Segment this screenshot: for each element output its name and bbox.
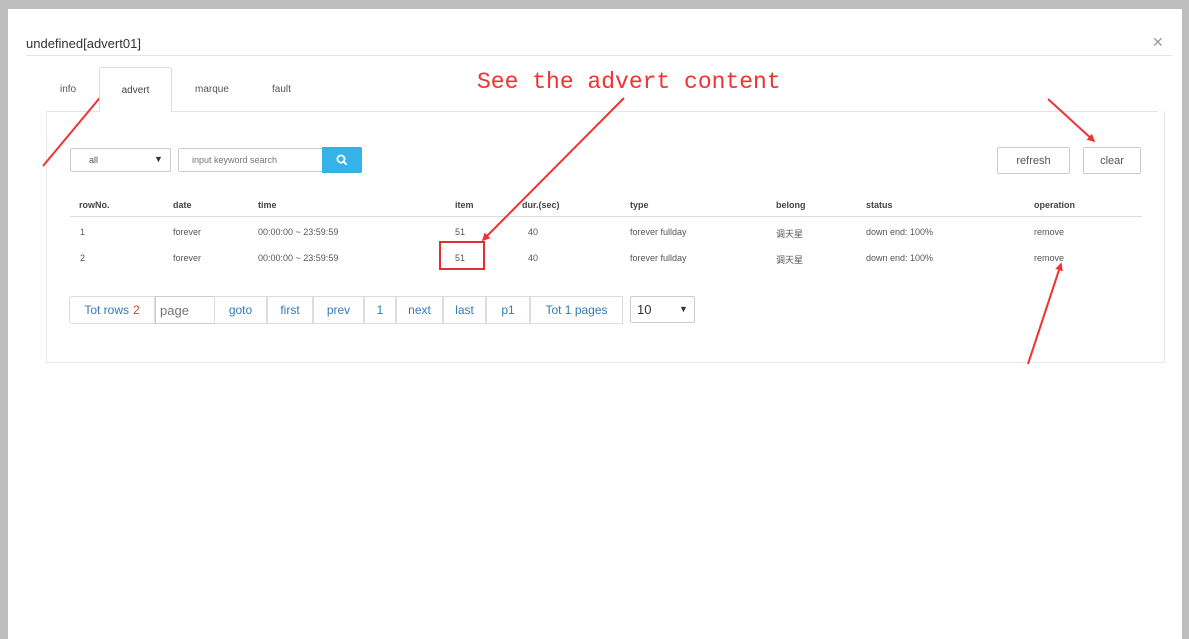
table-header-divider — [70, 216, 1142, 217]
table-cell-duration: 40 — [528, 253, 539, 263]
page-size-select[interactable]: 10 ▼ — [630, 296, 695, 323]
tab-fault[interactable]: fault — [272, 84, 291, 95]
column-header-duration: dur.(sec) — [522, 200, 560, 210]
modal-divider — [26, 55, 1172, 56]
pager-total-rows-value: 2 — [133, 303, 140, 317]
backdrop — [0, 0, 1189, 9]
pagination: Tot rows 2 goto first prev 1 next last p1… — [69, 296, 695, 324]
backdrop-right — [1182, 0, 1189, 639]
table-cell-rowno: 2 — [80, 253, 86, 263]
table-cell-item[interactable]: 51 — [455, 227, 465, 237]
table-cell-rowno: 1 — [80, 227, 86, 237]
remove-link[interactable]: remove — [1034, 227, 1064, 237]
tab-marque[interactable]: marque — [195, 84, 229, 95]
table-cell-duration: 40 — [528, 227, 539, 237]
table-cell-status: down end: 100% — [866, 227, 934, 237]
column-header-belong: belong — [776, 200, 806, 210]
column-header-time: time — [258, 200, 277, 210]
modal-title: undefined[advert01] — [26, 36, 141, 51]
page-indicator: p1 — [486, 296, 530, 324]
tab-info[interactable]: info — [60, 84, 76, 95]
table-cell-status: down end: 100% — [866, 253, 934, 263]
table-cell-time: 00:00:00 ~ 23:59:59 — [258, 253, 339, 263]
search-button[interactable] — [322, 147, 362, 173]
search-input[interactable] — [178, 148, 323, 172]
column-header-status: status — [866, 200, 893, 210]
next-page-button[interactable]: next — [396, 296, 443, 324]
filter-select-value: all — [89, 155, 99, 165]
remove-link[interactable]: remove — [1034, 253, 1064, 263]
table-cell-time: 00:00:00 ~ 23:59:59 — [258, 227, 339, 237]
table-cell-belong: 调天星 — [776, 255, 804, 265]
clear-button[interactable]: clear — [1083, 147, 1141, 174]
table-cell-date: forever — [173, 253, 202, 263]
first-page-button[interactable]: first — [267, 296, 313, 324]
close-icon[interactable]: ✕ — [1152, 34, 1164, 51]
page-number-input[interactable] — [155, 296, 215, 324]
table-cell-type: forever fullday — [630, 227, 687, 237]
highlight-box — [439, 241, 485, 270]
tab-advert[interactable]: advert — [99, 67, 172, 112]
search-icon — [336, 154, 347, 165]
table-cell-date: forever — [173, 227, 202, 237]
refresh-button[interactable]: refresh — [997, 147, 1070, 174]
total-pages: Tot 1 pages — [530, 296, 623, 324]
filter-select[interactable]: all ▼ — [70, 148, 171, 172]
chevron-down-icon: ▼ — [679, 304, 688, 314]
page-size-value: 10 — [637, 302, 652, 317]
table-cell-type: forever fullday — [630, 253, 687, 263]
column-header-type: type — [630, 200, 649, 210]
pager-total-rows: Tot rows 2 — [69, 296, 155, 324]
column-header-operation: operation — [1034, 200, 1076, 210]
pager-total-rows-label: Tot rows — [84, 303, 129, 317]
last-page-button[interactable]: last — [443, 296, 486, 324]
table-cell-belong: 调天星 — [776, 229, 804, 239]
column-header-item: item — [455, 200, 474, 210]
backdrop-left — [0, 0, 8, 639]
chevron-down-icon: ▼ — [154, 154, 163, 164]
column-header-date: date — [173, 200, 192, 210]
tab-advert-label: advert — [121, 85, 150, 96]
current-page-button[interactable]: 1 — [364, 296, 396, 324]
prev-page-button[interactable]: prev — [313, 296, 364, 324]
column-header-rowno: rowNo. — [79, 200, 110, 210]
annotation-text: See the advert content — [477, 69, 781, 95]
goto-button[interactable]: goto — [214, 296, 267, 324]
